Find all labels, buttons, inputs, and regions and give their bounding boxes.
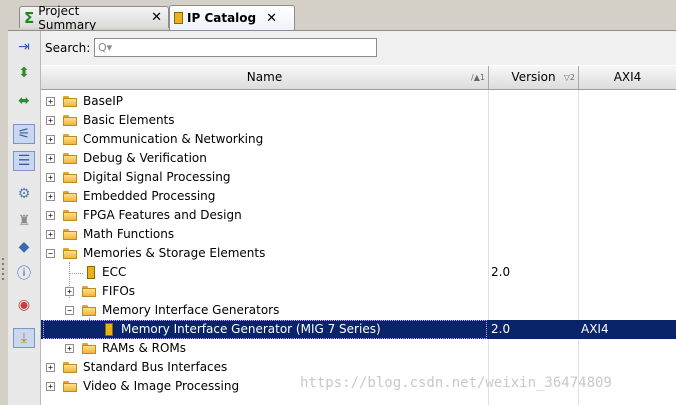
folder-icon xyxy=(63,229,77,240)
search-icon[interactable]: Q▾ xyxy=(98,41,112,54)
expand-icon[interactable]: + xyxy=(46,97,55,106)
expand-icon[interactable]: + xyxy=(46,154,55,163)
tree-item-digital-signal-processing[interactable]: + Digital Signal Processing xyxy=(41,168,676,187)
folder-icon xyxy=(63,210,77,221)
tree-item-fifos[interactable]: + FIFOs xyxy=(41,282,676,301)
expand-icon[interactable]: + xyxy=(46,173,55,182)
tree-item-communication-networking[interactable]: + Communication & Networking xyxy=(41,130,676,149)
folder-icon xyxy=(82,343,96,354)
folder-icon xyxy=(63,172,77,183)
ip-core-icon xyxy=(87,266,95,279)
folder-icon xyxy=(63,96,77,107)
tree-item-memories-storage[interactable]: − Memories & Storage Elements xyxy=(41,244,676,263)
chip-icon xyxy=(174,12,183,24)
group-by-category-icon[interactable]: ⚟ xyxy=(13,124,35,144)
folder-icon xyxy=(82,286,96,297)
tree-item-fpga-features[interactable]: + FPGA Features and Design xyxy=(41,206,676,225)
watermark-text: https://blog.csdn.net/weixin_36474809 xyxy=(300,375,612,391)
collapse-icon[interactable]: − xyxy=(65,306,74,315)
folder-icon xyxy=(63,362,77,373)
customize-ip-icon[interactable]: ⚙ xyxy=(13,184,35,204)
collapse-panel-icon[interactable]: ⇥ xyxy=(13,37,35,57)
tree-item-math-functions[interactable]: + Math Functions xyxy=(41,225,676,244)
collapse-icon[interactable]: − xyxy=(46,249,55,258)
tab-label: Project Summary xyxy=(38,3,97,32)
expand-icon[interactable]: + xyxy=(46,135,55,144)
expand-icon[interactable]: + xyxy=(46,192,55,201)
show-ip-icon[interactable]: ⤓ xyxy=(13,328,35,348)
collapse-all-icon[interactable]: ⬍ xyxy=(13,63,35,83)
folder-icon xyxy=(63,134,77,145)
folder-icon xyxy=(63,381,77,392)
tree-item-baseip[interactable]: + BaseIP xyxy=(41,92,676,111)
expand-icon[interactable]: + xyxy=(46,363,55,372)
column-header: Name /▲1 Version ▽2 AXI4 xyxy=(41,66,676,90)
tree-item-basic-elements[interactable]: + Basic Elements xyxy=(41,111,676,130)
tab-label: IP Catalog xyxy=(187,11,257,25)
folder-icon xyxy=(63,191,77,202)
splitter-grip[interactable] xyxy=(0,255,6,295)
search-bar: Search: Q▾ xyxy=(41,31,676,65)
ip-repository-icon[interactable]: ◉ xyxy=(13,295,35,315)
ip-settings-icon[interactable]: ◆ xyxy=(13,237,35,257)
expand-icon[interactable]: + xyxy=(46,382,55,391)
tree-item-ecc[interactable]: ECC 2.0 xyxy=(41,263,676,282)
tree-item-mig-7-series[interactable]: Memory Interface Generator (MIG 7 Series… xyxy=(41,320,676,339)
compatible-families-icon[interactable]: ♜ xyxy=(13,211,35,231)
expand-icon[interactable]: + xyxy=(65,287,74,296)
editor-tab-bar: Σ Project Summary ✕ IP Catalog ✕ xyxy=(0,0,676,32)
column-header-version[interactable]: Version ▽2 xyxy=(489,66,579,89)
tab-ip-catalog[interactable]: IP Catalog ✕ xyxy=(169,5,295,30)
folder-open-icon xyxy=(63,248,77,259)
tab-project-summary[interactable]: Σ Project Summary ✕ xyxy=(19,4,169,32)
folder-icon xyxy=(63,153,77,164)
search-input[interactable] xyxy=(94,38,377,57)
close-icon[interactable]: ✕ xyxy=(151,10,162,25)
folder-icon xyxy=(63,115,77,126)
ip-core-icon xyxy=(105,323,113,336)
expand-icon[interactable]: + xyxy=(46,116,55,125)
tree-item-rams-roms[interactable]: + RAMs & ROMs xyxy=(41,339,676,358)
column-header-name[interactable]: Name /▲1 xyxy=(41,66,489,89)
expand-icon[interactable]: + xyxy=(65,344,74,353)
close-icon[interactable]: ✕ xyxy=(266,11,277,26)
tree-item-embedded-processing[interactable]: + Embedded Processing xyxy=(41,187,676,206)
expand-all-icon[interactable]: ⬌ xyxy=(13,91,35,111)
vertical-toolbar: ⇥ ⬍ ⬌ ⚟ ☰ ⚙ ♜ ◆ ⓘ ◉ ⤓ xyxy=(8,31,41,405)
search-label: Search: xyxy=(45,41,91,55)
tree-item-debug-verification[interactable]: + Debug & Verification xyxy=(41,149,676,168)
column-header-axi4[interactable]: AXI4 xyxy=(579,66,676,89)
sort-ascending-icon: /▲1 xyxy=(471,73,485,82)
sigma-icon: Σ xyxy=(24,8,35,27)
expand-icon[interactable]: + xyxy=(46,230,55,239)
folder-open-icon xyxy=(82,305,96,316)
expand-icon[interactable]: + xyxy=(46,211,55,220)
tree-item-memory-interface-generators[interactable]: − Memory Interface Generators xyxy=(41,301,676,320)
ip-tree-table: + BaseIP + Basic Elements + Communicatio… xyxy=(41,90,676,405)
ip-details-icon[interactable]: ⓘ xyxy=(13,263,35,283)
flat-view-icon[interactable]: ☰ xyxy=(13,151,35,171)
sort-descending-icon: ▽2 xyxy=(563,73,575,82)
